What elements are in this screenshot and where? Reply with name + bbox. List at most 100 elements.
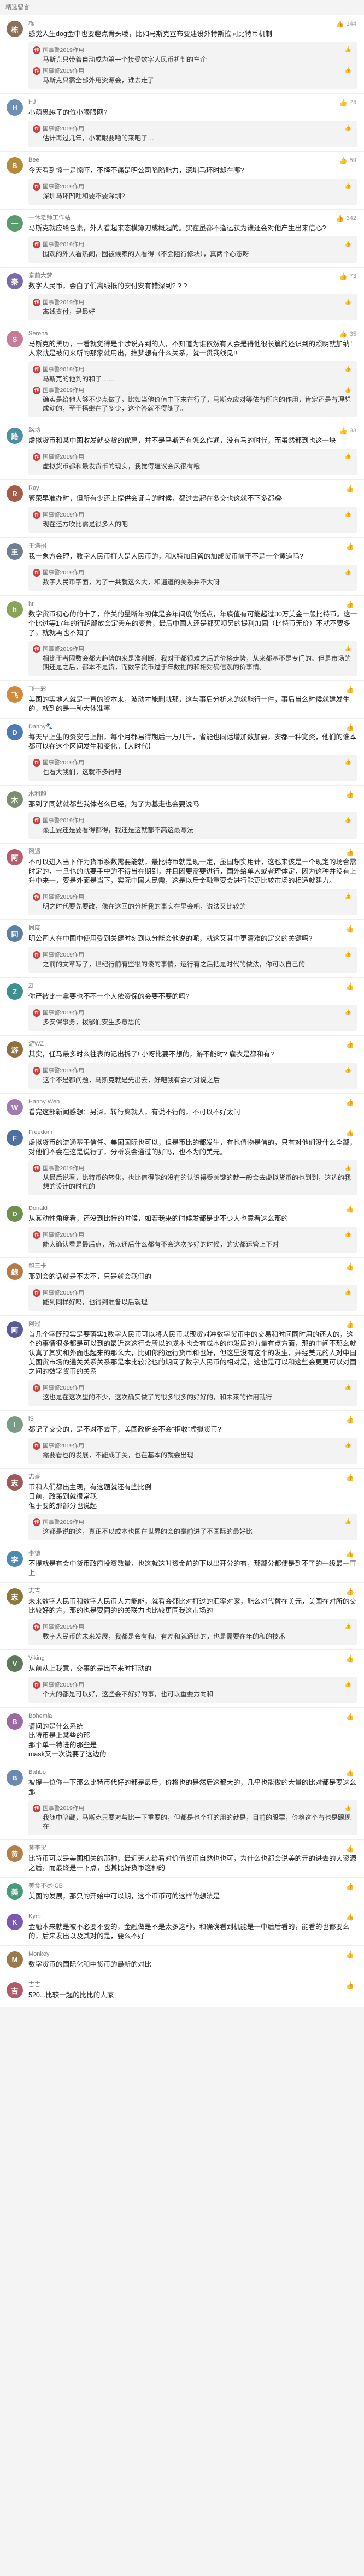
like-button[interactable]: 👍 xyxy=(346,1981,356,1989)
like-button[interactable]: 👍 xyxy=(346,791,356,798)
avatar[interactable]: 黄 xyxy=(7,1845,23,1862)
like-button[interactable]: 👍 xyxy=(346,1550,356,1558)
like-button[interactable]: 👍 xyxy=(346,1769,356,1777)
like-button[interactable]: 👍 33 xyxy=(339,427,356,435)
like-button[interactable]: 👍 xyxy=(346,1263,356,1271)
comment-username[interactable]: Bahbo xyxy=(28,1768,308,1776)
comment-username[interactable]: 同度 xyxy=(28,924,308,932)
avatar[interactable]: 李 xyxy=(7,1551,23,1567)
avatar[interactable]: F xyxy=(7,1130,23,1146)
comment-username[interactable]: Bee xyxy=(28,156,308,164)
avatar[interactable]: 鲍 xyxy=(7,1263,23,1280)
like-button[interactable]: 👍 xyxy=(346,1205,356,1213)
reply-like-button[interactable]: 👍 xyxy=(345,387,353,394)
comment-username[interactable]: 一休老师工作站 xyxy=(28,214,308,222)
comment-username[interactable]: 游WZ xyxy=(28,1040,308,1048)
avatar[interactable]: S xyxy=(7,331,23,347)
avatar[interactable]: 王 xyxy=(7,543,23,560)
like-button[interactable]: 👍 xyxy=(346,1913,356,1921)
comment-username[interactable]: Monkey xyxy=(28,1950,308,1958)
comment-username[interactable]: 吉吉 xyxy=(28,1981,308,1989)
comment-username[interactable]: Ray xyxy=(28,484,308,492)
reply-like-button[interactable]: 👍 xyxy=(345,1805,353,1812)
reply-like-button[interactable]: 👍 xyxy=(345,46,353,54)
like-button[interactable]: 👍 xyxy=(346,848,356,856)
avatar[interactable]: 栋 xyxy=(7,21,23,37)
reply-like-button[interactable]: 👍 xyxy=(345,1165,353,1172)
comment-username[interactable]: 阿遇 xyxy=(28,848,308,856)
like-button[interactable]: 👍 xyxy=(346,1416,356,1423)
comment-username[interactable]: 鲍三卡 xyxy=(28,1262,308,1270)
like-button[interactable]: 👍 xyxy=(346,1321,356,1328)
like-button[interactable]: 👍 35 xyxy=(339,330,356,338)
reply-like-button[interactable]: 👍 xyxy=(345,366,353,373)
reply-like-button[interactable]: 👍 xyxy=(345,1442,353,1450)
comment-username[interactable]: 栋 xyxy=(28,20,308,27)
like-button[interactable]: 👍 xyxy=(346,1041,356,1048)
reply-like-button[interactable]: 👍 xyxy=(345,1231,353,1239)
avatar[interactable]: 秦 xyxy=(7,273,23,289)
avatar[interactable]: 游 xyxy=(7,1041,23,1058)
reply-like-button[interactable]: 👍 xyxy=(345,569,353,577)
reply-like-button[interactable]: 👍 xyxy=(345,1518,353,1526)
comment-username[interactable]: Donald xyxy=(28,1204,308,1212)
reply-like-button[interactable]: 👍 xyxy=(345,183,353,191)
avatar[interactable]: V xyxy=(7,1655,23,1672)
like-button[interactable]: 👍 xyxy=(346,1951,356,1958)
avatar[interactable]: B xyxy=(7,157,23,174)
like-button[interactable]: 👍 xyxy=(346,1655,356,1663)
avatar[interactable]: M xyxy=(7,1951,23,1968)
comment-username[interactable]: 志吉 xyxy=(28,1587,308,1595)
avatar[interactable]: 阿 xyxy=(7,849,23,865)
comment-username[interactable]: hr xyxy=(28,600,308,608)
avatar[interactable]: 一 xyxy=(7,215,23,232)
reply-like-button[interactable]: 👍 xyxy=(345,759,353,767)
comment-username[interactable]: 志豪 xyxy=(28,1473,308,1481)
reply-like-button[interactable]: 👍 xyxy=(345,817,353,824)
reply-like-button[interactable]: 👍 xyxy=(345,1009,353,1017)
avatar[interactable]: 飞 xyxy=(7,686,23,703)
reply-like-button[interactable]: 👍 xyxy=(345,1623,353,1631)
avatar[interactable]: 路 xyxy=(7,428,23,444)
like-button[interactable]: 👍 xyxy=(346,1845,356,1853)
avatar[interactable]: 志 xyxy=(7,1474,23,1491)
avatar[interactable]: D xyxy=(7,724,23,740)
like-button[interactable]: 👍 144 xyxy=(336,20,356,28)
reply-like-button[interactable]: 👍 xyxy=(345,1289,353,1297)
reply-like-button[interactable]: 👍 xyxy=(345,511,353,519)
like-button[interactable]: 👍 342 xyxy=(336,215,356,222)
avatar[interactable]: i xyxy=(7,1416,23,1433)
reply-like-button[interactable]: 👍 xyxy=(345,1384,353,1392)
like-button[interactable]: 👍 xyxy=(346,1474,356,1481)
reply-like-button[interactable]: 👍 xyxy=(345,893,353,901)
reply-like-button[interactable]: 👍 xyxy=(345,299,353,306)
comment-username[interactable]: Serena xyxy=(28,330,308,337)
comment-username[interactable]: 美食不尽-CB xyxy=(28,1882,308,1890)
avatar[interactable]: D xyxy=(7,1206,23,1222)
avatar[interactable]: 志 xyxy=(7,1588,23,1605)
comment-username[interactable]: 王满招 xyxy=(28,542,308,550)
reply-like-button[interactable]: 👍 xyxy=(345,645,353,653)
avatar[interactable]: 阿 xyxy=(7,1321,23,1338)
avatar[interactable]: B xyxy=(7,1770,23,1786)
like-button[interactable]: 👍 xyxy=(346,1588,356,1595)
comment-username[interactable]: Bohemia xyxy=(28,1712,308,1720)
like-button[interactable]: 👍 xyxy=(346,1099,356,1106)
comment-username[interactable]: Danny🐾 xyxy=(28,723,308,731)
reply-like-button[interactable]: 👍 xyxy=(345,241,353,248)
avatar[interactable]: h xyxy=(7,601,23,618)
like-button[interactable]: 👍 xyxy=(346,983,356,990)
like-button[interactable]: 👍 xyxy=(346,1129,356,1137)
like-button[interactable]: 👍 xyxy=(346,601,356,608)
like-button[interactable]: 👍 xyxy=(346,1713,356,1720)
avatar[interactable]: 美 xyxy=(7,1883,23,1900)
comment-username[interactable]: Kyro xyxy=(28,1913,308,1920)
comment-username[interactable]: Zi xyxy=(28,982,308,990)
avatar[interactable]: R xyxy=(7,485,23,502)
comment-username[interactable]: 飞一彩 xyxy=(28,685,308,693)
avatar[interactable]: Z xyxy=(7,983,23,1000)
reply-like-button[interactable]: 👍 xyxy=(345,951,353,959)
comment-username[interactable]: 秦前大梦 xyxy=(28,272,308,280)
comment-username[interactable]: HJ xyxy=(28,98,308,106)
like-button[interactable]: 👍 74 xyxy=(339,99,356,106)
